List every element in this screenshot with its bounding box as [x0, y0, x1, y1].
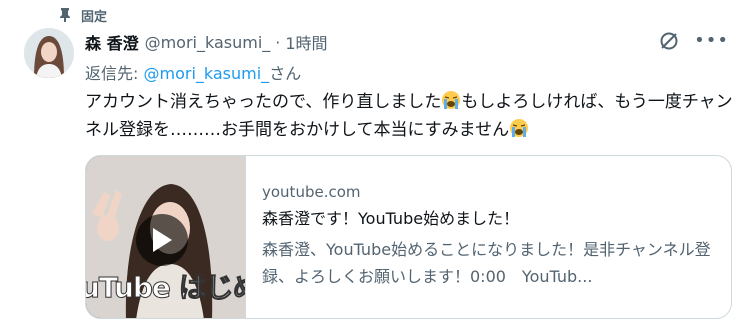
play-icon [153, 228, 172, 252]
tweet-time[interactable]: 1時間 [285, 30, 327, 54]
reply-suffix: さん [269, 64, 302, 83]
tweet-text-part1: アカウント消えちゃったので、作り直しました [85, 92, 442, 112]
tweet-text: アカウント消えちゃったので、作り直しました もしよろしければ、もう一度チャンネル… [85, 88, 735, 144]
tweet-actions: ••• [658, 30, 729, 52]
card-description: 森香澄、YouTube始めることになりました！是非チャンネル登録、よろしくお願い… [262, 240, 711, 286]
link-card[interactable]: uTube はじめ youtube.com 森香澄です！YouTube始めました… [85, 155, 732, 319]
play-button[interactable] [136, 214, 188, 266]
loudly-crying-face-icon [510, 119, 529, 137]
pinned-label: 固定 [81, 9, 108, 25]
loudly-crying-face-icon [442, 91, 461, 109]
avatar-photo [24, 28, 74, 78]
card-domain: youtube.com [262, 183, 361, 201]
video-thumbnail[interactable]: uTube はじめ [86, 156, 246, 318]
display-name[interactable]: 森 香澄 [85, 30, 139, 54]
pin-icon [60, 8, 70, 22]
thumbnail-overlay-text: uTube はじめ [86, 271, 245, 305]
hide-icon[interactable] [658, 30, 680, 52]
reply-to: 返信先: @mori_kasumi_さん [85, 60, 302, 83]
pinned-indicator: 固定 [58, 6, 108, 25]
reply-prefix: 返信先: [85, 64, 144, 83]
card-body: youtube.com 森香澄です！YouTube始めました！ 森香澄、YouT… [262, 182, 719, 290]
user-handle[interactable]: @mori_kasumi_ [145, 33, 271, 52]
avatar[interactable] [24, 28, 74, 78]
reply-handle-link[interactable]: @mori_kasumi_ [143, 64, 269, 83]
card-title: 森香澄です！YouTube始めました！ [262, 209, 520, 228]
more-options-icon[interactable]: ••• [694, 30, 729, 52]
separator-dot: · [275, 32, 281, 52]
tweet-header: 森 香澄 @mori_kasumi_ · 1時間 [85, 30, 328, 54]
